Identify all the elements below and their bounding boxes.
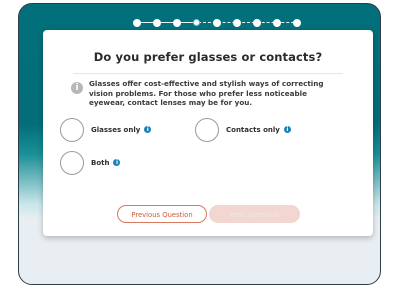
question-card: Do you prefer glasses or contacts? i Gla…: [43, 30, 373, 236]
option-label-both: Both: [91, 159, 110, 167]
progress-line-completed: [135, 22, 201, 23]
option-label-glasses-only: Glasses only: [91, 126, 141, 134]
info-icon[interactable]: i: [283, 126, 291, 133]
progress-step-7: [253, 19, 261, 27]
progress-indicator: [133, 18, 301, 28]
next-question-button[interactable]: Next Question: [209, 205, 300, 223]
progress-step-1: [133, 19, 141, 27]
radio-glasses-only[interactable]: [60, 118, 84, 142]
progress-step-8: [273, 19, 281, 27]
progress-step-9: [293, 19, 301, 27]
progress-step-3: [173, 19, 181, 27]
info-icon: i: [71, 82, 83, 94]
progress-step-4-current: [193, 19, 200, 26]
question-info-text: Glasses offer cost-effective and stylish…: [89, 79, 324, 107]
info-icon[interactable]: i: [144, 126, 152, 133]
previous-question-button[interactable]: Previous Question: [117, 205, 207, 223]
option-label-contacts-only: Contacts only: [226, 126, 280, 134]
info-icon[interactable]: i: [113, 159, 121, 166]
progress-step-6: [233, 19, 241, 27]
progress-step-2: [153, 19, 161, 27]
progress-step-5: [213, 19, 221, 27]
divider: [73, 73, 343, 74]
radio-contacts-only[interactable]: [195, 118, 219, 142]
radio-both[interactable]: [60, 151, 84, 175]
question-title: Do you prefer glasses or contacts?: [93, 50, 323, 64]
